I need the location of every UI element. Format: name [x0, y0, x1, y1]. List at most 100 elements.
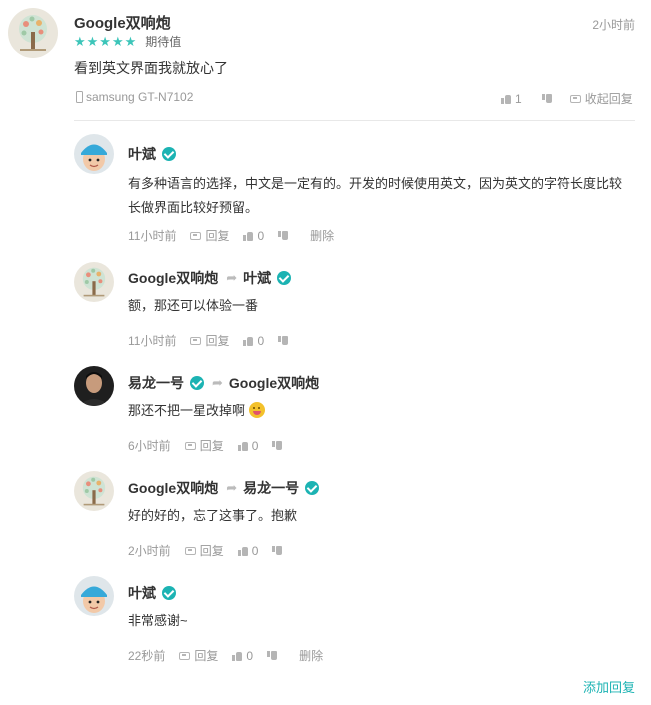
reply-4-author[interactable]: Google双响炮 ➦ 易龙一号: [128, 478, 320, 498]
reply-icon: [569, 94, 581, 103]
tree-avatar-image: [74, 471, 114, 511]
like-button[interactable]: 1: [501, 92, 522, 106]
reply-2-author[interactable]: Google双响炮 ➦ 叶斌: [128, 268, 292, 288]
collapse-replies-button[interactable]: 收起回复: [569, 90, 633, 107]
rating-stars: ★★★★★ 期待值: [74, 33, 181, 50]
reply-label: 回复: [205, 334, 230, 348]
verified-badge-icon: [162, 586, 176, 600]
reply-1-author[interactable]: 叶斌: [128, 144, 176, 164]
thumb-up-icon: [501, 94, 511, 104]
reply-label: 回复: [199, 544, 224, 558]
reply-target-name[interactable]: Google双响炮: [229, 373, 319, 393]
verified-badge-icon: [162, 147, 176, 161]
reply-arrow-icon: ➦: [212, 375, 223, 390]
reply-time: 22秒前: [128, 649, 166, 663]
dislike-button[interactable]: [272, 545, 286, 556]
reply-target-name[interactable]: 叶斌: [243, 268, 271, 288]
main-comment-actions: 1 收起回复: [501, 90, 633, 107]
thumb-up-icon: [237, 441, 248, 451]
reply-5-author[interactable]: 叶斌: [128, 583, 176, 603]
verified-badge-icon: [190, 376, 204, 390]
reply-author-name[interactable]: 叶斌: [128, 144, 156, 164]
reply-3-text: 那还不把一星改掉啊: [128, 399, 266, 423]
collapse-label: 收起回复: [584, 92, 633, 106]
thumb-up-icon: [232, 651, 243, 661]
verified-badge-icon: [305, 481, 320, 495]
tree-avatar-image: [74, 262, 114, 302]
reply-author-name[interactable]: Google双响炮: [128, 478, 218, 498]
dislike-button[interactable]: [278, 230, 292, 241]
delete-button[interactable]: 删除: [299, 647, 323, 664]
reply-button[interactable]: 回复: [190, 227, 229, 244]
like-button[interactable]: 0: [237, 439, 258, 453]
reply-4-text: 好的好的，忘了这事了。抱歉: [128, 508, 298, 523]
thumb-up-icon: [243, 231, 254, 241]
main-comment-text: 看到英文界面我就放心了: [74, 60, 228, 76]
device-name: samsung GT-N7102: [86, 90, 194, 104]
author-name-text[interactable]: Google双响炮: [74, 12, 171, 33]
rating-label: 期待值: [145, 35, 182, 49]
delete-button[interactable]: 删除: [310, 227, 334, 244]
reply-button[interactable]: 回复: [184, 437, 224, 454]
reply-1-text: 有多种语言的选择，中文是一定有的。开发的时候使用英文，因为英文的字符长度比较长做…: [128, 176, 623, 215]
star-rating-icons: ★★★★★: [74, 33, 138, 49]
reply-icon: [184, 441, 196, 450]
divider: [74, 120, 635, 121]
thumb-down-icon: [278, 335, 289, 346]
reply-label: 回复: [194, 649, 219, 663]
reply-label: 回复: [199, 439, 224, 453]
thumb-down-icon: [278, 230, 289, 241]
like-count: 0: [246, 648, 254, 663]
like-count: 0: [251, 543, 259, 558]
reply-icon: [190, 336, 202, 345]
device-info: samsung GT-N7102: [76, 90, 193, 104]
reply-icon: [190, 231, 202, 240]
reply-author-name[interactable]: 易龙一号: [128, 373, 184, 393]
avatar-reply-1[interactable]: [74, 134, 114, 174]
like-button[interactable]: 0: [232, 649, 253, 663]
reply-time: 2小时前: [128, 544, 171, 558]
tree-avatar-image: [8, 8, 58, 58]
reply-3-author[interactable]: 易龙一号 ➦ Google双响炮: [128, 373, 319, 393]
reply-time: 11小时前: [128, 334, 177, 348]
thumb-up-icon: [237, 546, 248, 556]
reply-author-name[interactable]: 叶斌: [128, 583, 156, 603]
thumb-up-icon: [243, 336, 254, 346]
reply-label: 回复: [205, 229, 230, 243]
reply-button[interactable]: 回复: [184, 542, 224, 559]
reply-time: 11小时前: [128, 229, 177, 243]
dislike-button[interactable]: [278, 335, 292, 346]
reply-icon: [179, 651, 191, 660]
reply-button[interactable]: 回复: [179, 647, 218, 664]
reply-3-actions: 6小时前 回复 0: [128, 437, 300, 454]
phone-icon: [76, 91, 83, 103]
like-count: 0: [257, 333, 265, 348]
verified-badge-icon: [277, 271, 292, 285]
avatar-reply-2[interactable]: [74, 262, 114, 302]
child-avatar-image: [74, 134, 114, 174]
reply-3-text-content: 那还不把一星改掉啊: [128, 403, 246, 418]
like-count: 0: [257, 228, 265, 243]
avatar-reply-3[interactable]: [74, 366, 114, 406]
reply-2-text: 额，那还可以体验一番: [128, 298, 259, 313]
avatar-reply-5[interactable]: [74, 576, 114, 616]
dislike-button[interactable]: [267, 650, 281, 661]
reply-arrow-icon: ➦: [226, 480, 238, 495]
reply-5-text: 非常感谢~: [128, 613, 188, 628]
add-reply-link[interactable]: 添加回复: [583, 677, 635, 696]
avatar-reply-4[interactable]: [74, 471, 114, 511]
reply-target-name[interactable]: 易龙一号: [243, 478, 299, 498]
reply-button[interactable]: 回复: [190, 332, 229, 349]
dislike-button[interactable]: [541, 93, 556, 104]
like-button[interactable]: 0: [237, 543, 259, 558]
like-button[interactable]: 0: [243, 229, 264, 243]
reply-author-name[interactable]: Google双响炮: [128, 268, 218, 288]
thumb-down-icon: [541, 93, 552, 104]
reply-5-actions: 22秒前 回复 0 删除: [128, 647, 337, 664]
avatar-main-author[interactable]: [8, 8, 58, 58]
thumb-down-icon: [267, 650, 278, 661]
dislike-button[interactable]: [272, 440, 286, 451]
like-button[interactable]: 0: [243, 334, 264, 348]
man-avatar-image: [74, 366, 114, 406]
main-author-name[interactable]: Google双响炮: [74, 12, 171, 33]
